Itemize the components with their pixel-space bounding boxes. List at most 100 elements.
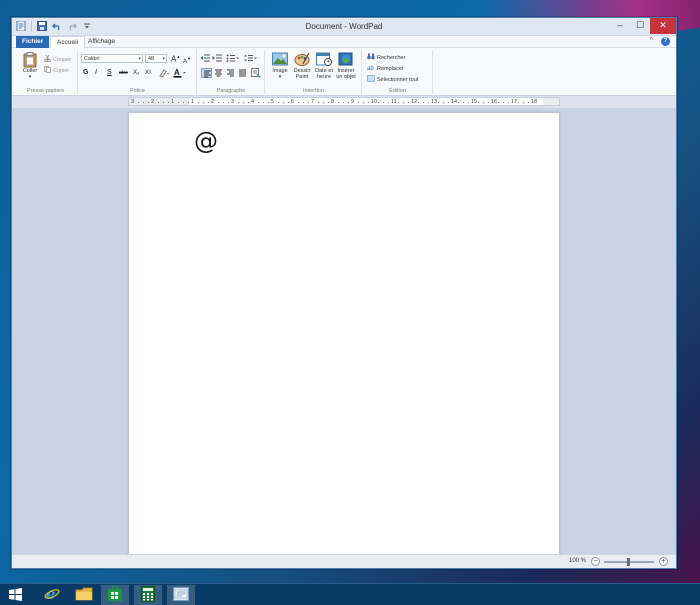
ruler-tick <box>438 102 439 103</box>
ruler-number: 6 <box>291 99 295 105</box>
taskbar-internet-explorer[interactable]: e <box>38 585 66 605</box>
document-page[interactable]: @ <box>128 112 560 556</box>
ruler-tick <box>518 102 519 103</box>
increase-indent-icon[interactable] <box>212 54 222 62</box>
highlighter-icon <box>158 69 170 80</box>
insert-group: Image ▾ Dessin Paint Date et heure Insér… <box>266 50 362 94</box>
justify-icon[interactable] <box>238 69 247 77</box>
ruler-number: 16 <box>491 99 498 105</box>
ruler-tick <box>183 102 184 103</box>
superscript-button[interactable]: X² <box>145 70 151 76</box>
ruler-tick <box>508 102 509 103</box>
ruler-tick <box>463 102 464 103</box>
ruler-tick <box>458 102 459 103</box>
shrink-font-button[interactable]: A▼ <box>183 56 191 65</box>
tab-file[interactable]: Fichier <box>16 36 50 48</box>
underline-button[interactable]: S <box>107 69 112 76</box>
ruler-tick <box>298 102 299 103</box>
find-button[interactable]: Rechercher <box>367 53 405 62</box>
title-bar: Document - WordPad – ☐ ✕ <box>12 18 676 36</box>
ruler-tick <box>143 102 144 103</box>
document-text[interactable]: @ <box>194 127 218 155</box>
tab-home[interactable]: Accueil <box>50 36 85 48</box>
ruler-tick <box>198 102 199 103</box>
font-family-select[interactable]: Calibri ▾ <box>81 54 143 63</box>
replace-button[interactable]: ab Remplacer <box>367 64 404 73</box>
paragraph-group: Paragraphe <box>198 50 265 94</box>
strikethrough-button[interactable]: abc <box>119 70 128 76</box>
insert-object-button[interactable]: Insérer un objet <box>332 52 360 80</box>
cut-button[interactable]: Couper <box>44 54 71 64</box>
taskbar-wordpad[interactable] <box>167 585 195 605</box>
ruler-tick <box>163 102 164 103</box>
subscript-button[interactable]: X₂ <box>133 70 139 76</box>
ruler-right-margin <box>543 98 559 105</box>
select-all-button[interactable]: Sélectionner tout <box>367 75 418 84</box>
italic-button[interactable]: I <box>95 69 97 76</box>
align-center-icon[interactable] <box>214 69 223 77</box>
find-label: Rechercher <box>377 54 406 61</box>
chevron-down-icon: ▾ <box>138 56 141 62</box>
tab-view[interactable]: Affichage <box>82 36 121 48</box>
zoom-slider-thumb[interactable] <box>627 558 630 566</box>
ruler-tick <box>478 102 479 103</box>
ruler-number: 3 <box>131 99 135 105</box>
decrease-indent-icon[interactable] <box>200 54 210 62</box>
align-left-button[interactable] <box>201 68 212 78</box>
bullet-list-icon[interactable] <box>226 54 240 62</box>
text-color-button[interactable]: A <box>173 68 187 80</box>
paragraph-group-label: Paragraphe <box>216 88 246 94</box>
windows-start-button[interactable] <box>1 585 29 605</box>
zoom-level: 100 % <box>568 558 586 564</box>
ruler-tick <box>223 102 224 103</box>
replace-label: Remplacer <box>377 65 404 72</box>
minimize-button[interactable]: – <box>610 18 630 34</box>
paragraph-dialog-icon[interactable] <box>251 68 261 78</box>
ruler-tick <box>358 102 359 103</box>
ruler-tick <box>148 102 149 103</box>
ruler-number: 13 <box>431 99 438 105</box>
taskbar-store[interactable] <box>101 585 129 605</box>
wordpad-taskbar-icon <box>173 587 189 603</box>
close-button[interactable]: ✕ <box>650 18 676 34</box>
ruler-tick <box>468 102 469 103</box>
ruler-tick <box>138 102 139 103</box>
select-all-label: Sélectionner tout <box>377 76 419 83</box>
svg-text:ab: ab <box>367 66 374 71</box>
ruler-number: 2 <box>151 99 155 105</box>
collapse-ribbon-button[interactable]: ^ <box>650 37 653 46</box>
font-size-select[interactable]: 48 ▾ <box>145 54 167 63</box>
ruler-tick <box>348 102 349 103</box>
zoom-in-button[interactable]: + <box>659 557 668 566</box>
wordpad-window: Document - WordPad – ☐ ✕ Fichier Accueil… <box>11 17 677 569</box>
ruler-bar[interactable]: 3 2 1 1 2 3 4 5 6 7 8 9 10 11 12 13 14 15 16 17 18 <box>128 97 560 106</box>
ruler-tick <box>268 102 269 103</box>
maximize-button[interactable]: ☐ <box>630 18 650 34</box>
font-group: Calibri ▾ 48 ▾ A▲ A▼ G I S abc X₂ X² A P… <box>79 50 197 94</box>
copy-button[interactable]: Copier <box>44 66 69 75</box>
ruler-tick <box>523 102 524 103</box>
taskbar-file-explorer[interactable] <box>70 585 98 605</box>
ruler-number: 10 <box>371 99 378 105</box>
ruler-tick <box>303 102 304 103</box>
bold-button[interactable]: G <box>83 69 88 76</box>
ruler-number: 17 <box>511 99 518 105</box>
ruler-number: 7 <box>311 99 315 105</box>
ruler-tick <box>168 102 169 103</box>
paste-button[interactable]: Coller ▾ <box>16 52 44 80</box>
grow-font-button[interactable]: A▲ <box>171 54 180 64</box>
windows-logo-icon <box>8 587 22 603</box>
ribbon: Coller ▾ Couper Copier Presse-papiers Ca… <box>12 48 676 96</box>
svg-text:A: A <box>174 68 180 77</box>
ruler-tick <box>203 102 204 103</box>
zoom-slider[interactable] <box>604 558 654 566</box>
line-spacing-icon[interactable] <box>244 54 258 62</box>
help-icon[interactable]: ? <box>661 37 670 46</box>
highlight-color-button[interactable] <box>158 68 170 80</box>
taskbar-calculator[interactable] <box>134 585 162 605</box>
window-controls: – ☐ ✕ <box>610 18 676 34</box>
align-right-icon[interactable] <box>226 69 235 77</box>
internet-explorer-icon: e <box>44 585 60 604</box>
zoom-out-button[interactable]: − <box>591 557 600 566</box>
ruler-tick <box>308 102 309 103</box>
